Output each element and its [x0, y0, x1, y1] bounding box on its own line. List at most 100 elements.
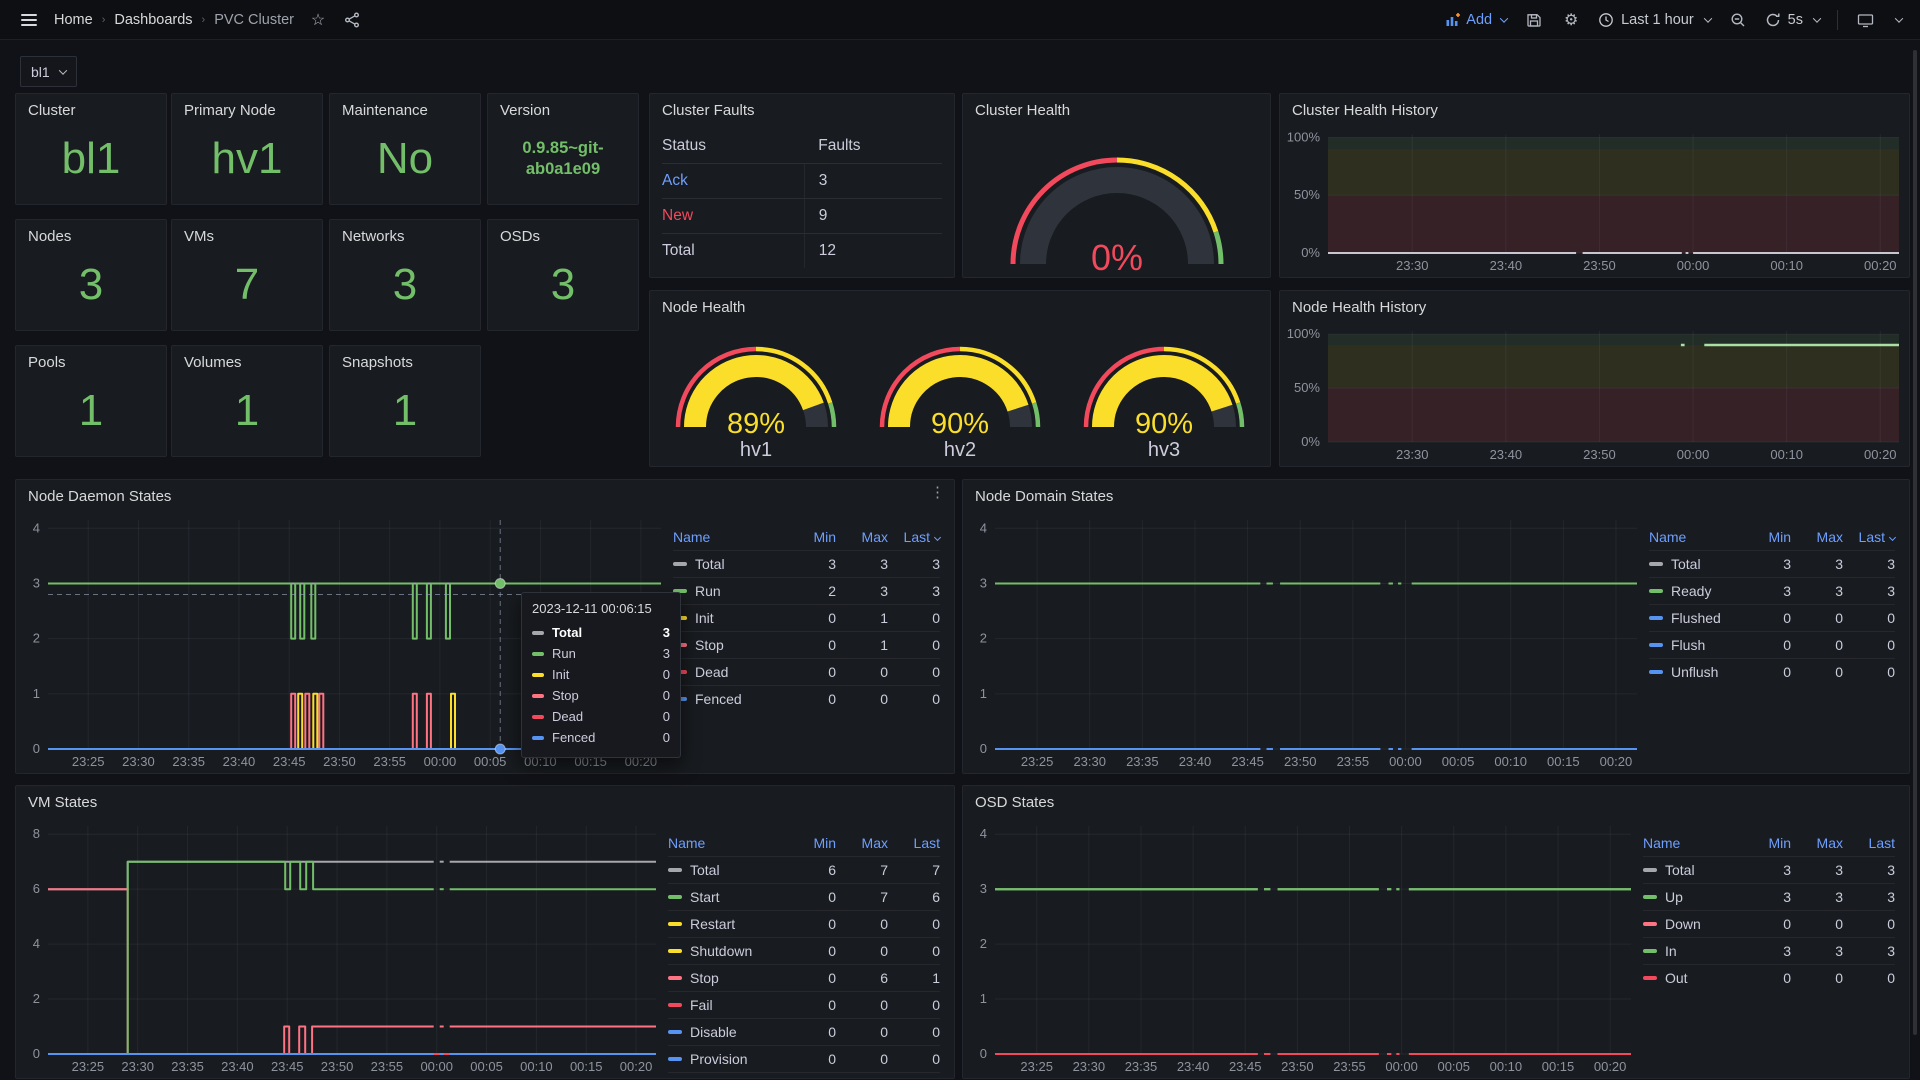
legend-header-name[interactable]: Name [1643, 835, 1739, 851]
legend-header-name[interactable]: Name [1649, 529, 1739, 545]
stat-maintenance-title[interactable]: Maintenance [330, 94, 480, 121]
legend-row[interactable]: Fenced000 [673, 685, 940, 712]
node-health-history-title[interactable]: Node Health History [1280, 291, 1909, 318]
cluster-health-body: 0% [963, 124, 1270, 277]
stat-snapshots-title[interactable]: Snapshots [330, 346, 480, 373]
stat-vms-title[interactable]: VMs [172, 220, 322, 247]
cluster-health-title[interactable]: Cluster Health [963, 94, 1270, 121]
legend-row[interactable]: In333 [1643, 937, 1895, 964]
node-health-panel: Node Health89%hv190%hv290%hv3 [649, 290, 1271, 467]
legend-header-name[interactable]: Name [673, 529, 784, 545]
legend-header-min[interactable]: Min [784, 529, 836, 545]
legend-row[interactable]: Up333 [1643, 883, 1895, 910]
node-domain-states-title[interactable]: Node Domain States [963, 480, 1909, 507]
osd-states-chart[interactable]: 0123423:2523:3023:3523:4023:4523:5023:55… [963, 816, 1641, 1078]
legend-row[interactable]: Stop010 [673, 631, 940, 658]
legend-row[interactable]: Down000 [1643, 910, 1895, 937]
legend-row[interactable]: Migrate000 [668, 1072, 940, 1080]
legend-header-last[interactable]: Last [1843, 835, 1895, 851]
legend-row[interactable]: Total333 [1649, 550, 1895, 577]
legend-row[interactable]: Total333 [1643, 856, 1895, 883]
legend-row[interactable]: Fail000 [668, 991, 940, 1018]
legend-max: 0 [836, 1024, 888, 1040]
legend-row[interactable]: Unflush000 [1649, 658, 1895, 685]
vm-states-svg[interactable]: 0246823:2523:3023:3523:4023:4523:5023:55… [16, 816, 666, 1078]
zoom-out-icon[interactable] [1728, 10, 1748, 30]
legend-header-min[interactable]: Min [784, 835, 836, 851]
legend-min: 3 [1739, 862, 1791, 878]
time-range-picker[interactable]: Last 1 hour [1598, 12, 1711, 28]
stat-primary-node-title[interactable]: Primary Node [172, 94, 322, 121]
stat-pools-value: 1 [16, 372, 166, 450]
legend-header-max[interactable]: Max [836, 835, 888, 851]
legend-row[interactable]: Stop061 [668, 964, 940, 991]
stat-volumes-title[interactable]: Volumes [172, 346, 322, 373]
legend-row[interactable]: Flush000 [1649, 631, 1895, 658]
hamburger-menu-icon[interactable] [18, 11, 40, 29]
legend-header-min[interactable]: Min [1739, 529, 1791, 545]
cluster-health-history-title[interactable]: Cluster Health History [1280, 94, 1909, 121]
stat-networks-title[interactable]: Networks [330, 220, 480, 247]
panel-menu-icon[interactable]: ⋮ [930, 485, 945, 500]
legend-header-row: NameMinMaxLast [1643, 829, 1895, 856]
cluster-health-history-body: 0%50%100%23:3023:4023:5000:0000:1000:20 [1280, 124, 1909, 277]
stat-version-title[interactable]: Version [488, 94, 638, 121]
legend-row[interactable]: Total333 [673, 550, 940, 577]
vm-states-title[interactable]: VM States [16, 786, 954, 813]
cluster-health-history-chart[interactable]: 0%50%100%23:3023:4023:5000:0000:1000:20 [1280, 124, 1909, 277]
add-button[interactable]: Add [1445, 12, 1507, 28]
node-health-history-svg[interactable]: 0%50%100%23:3023:4023:5000:0000:1000:20 [1280, 321, 1909, 466]
save-dashboard-icon[interactable] [1524, 10, 1544, 30]
node-health-title[interactable]: Node Health [650, 291, 1270, 318]
legend-row[interactable]: Provision000 [668, 1045, 940, 1072]
legend-row[interactable]: Disable000 [668, 1018, 940, 1045]
stat-cluster-title[interactable]: Cluster [16, 94, 166, 121]
breadcrumb-home[interactable]: Home [54, 12, 93, 28]
legend-min: 0 [1739, 610, 1791, 626]
osd-states-svg[interactable]: 0123423:2523:3023:3523:4023:4523:5023:55… [963, 816, 1641, 1078]
legend-row[interactable]: Flushed000 [1649, 604, 1895, 631]
page-scrollbar[interactable] [1913, 50, 1917, 1035]
refresh-button[interactable]: 5s [1765, 12, 1820, 28]
stat-osds-title[interactable]: OSDs [488, 220, 638, 247]
osd-states-title[interactable]: OSD States [963, 786, 1909, 813]
legend-row[interactable]: Start076 [668, 883, 940, 910]
legend-row[interactable]: Dead000 [673, 658, 940, 685]
node-health-history-chart[interactable]: 0%50%100%23:3023:4023:5000:0000:1000:20 [1280, 321, 1909, 466]
dashboard-settings-icon[interactable]: ⚙ [1561, 10, 1581, 30]
legend-header-name[interactable]: Name [668, 835, 784, 851]
breadcrumb-dashboards[interactable]: Dashboards [114, 12, 192, 28]
stat-nodes-title[interactable]: Nodes [16, 220, 166, 247]
chevron-down-icon[interactable] [1895, 14, 1903, 22]
node-domain-states-svg[interactable]: 0123423:2523:3023:3523:4023:4523:5023:55… [963, 510, 1647, 773]
legend-series-name: Flush [1649, 637, 1739, 653]
sort-chevron-icon [934, 533, 941, 540]
tv-kiosk-icon[interactable] [1855, 10, 1875, 30]
legend-row[interactable]: Shutdown000 [668, 937, 940, 964]
legend-header-last[interactable]: Last [1843, 529, 1895, 545]
legend-row[interactable]: Restart000 [668, 910, 940, 937]
legend-row[interactable]: Out000 [1643, 964, 1895, 991]
stat-pools-title[interactable]: Pools [16, 346, 166, 373]
legend-header-last[interactable]: Last [888, 529, 940, 545]
legend-header-max[interactable]: Max [1791, 835, 1843, 851]
legend-header-last[interactable]: Last [888, 835, 940, 851]
cluster-faults-title[interactable]: Cluster Faults [650, 94, 954, 121]
share-icon[interactable] [342, 10, 362, 30]
legend-header-max[interactable]: Max [1791, 529, 1843, 545]
favorite-star-icon[interactable]: ☆ [308, 10, 328, 30]
legend-row[interactable]: Init010 [673, 604, 940, 631]
vm-states-chart[interactable]: 0246823:2523:3023:3523:4023:4523:5023:55… [16, 816, 666, 1078]
legend-header-min[interactable]: Min [1739, 835, 1791, 851]
legend-row[interactable]: Ready333 [1649, 577, 1895, 604]
node-daemon-states-title[interactable]: Node Daemon States [16, 480, 954, 507]
series-name: Total [690, 862, 720, 878]
legend-row[interactable]: Total677 [668, 856, 940, 883]
cluster-health-history-svg[interactable]: 0%50%100%23:3023:4023:5000:0000:1000:20 [1280, 124, 1909, 277]
node-domain-states-chart[interactable]: 0123423:2523:3023:3523:4023:4523:5023:55… [963, 510, 1647, 773]
legend-row[interactable]: Run233 [673, 577, 940, 604]
nav-divider [1837, 10, 1838, 30]
svg-text:23:30: 23:30 [122, 754, 155, 769]
legend-header-max[interactable]: Max [836, 529, 888, 545]
variable-selector[interactable]: bl1 [20, 56, 77, 87]
